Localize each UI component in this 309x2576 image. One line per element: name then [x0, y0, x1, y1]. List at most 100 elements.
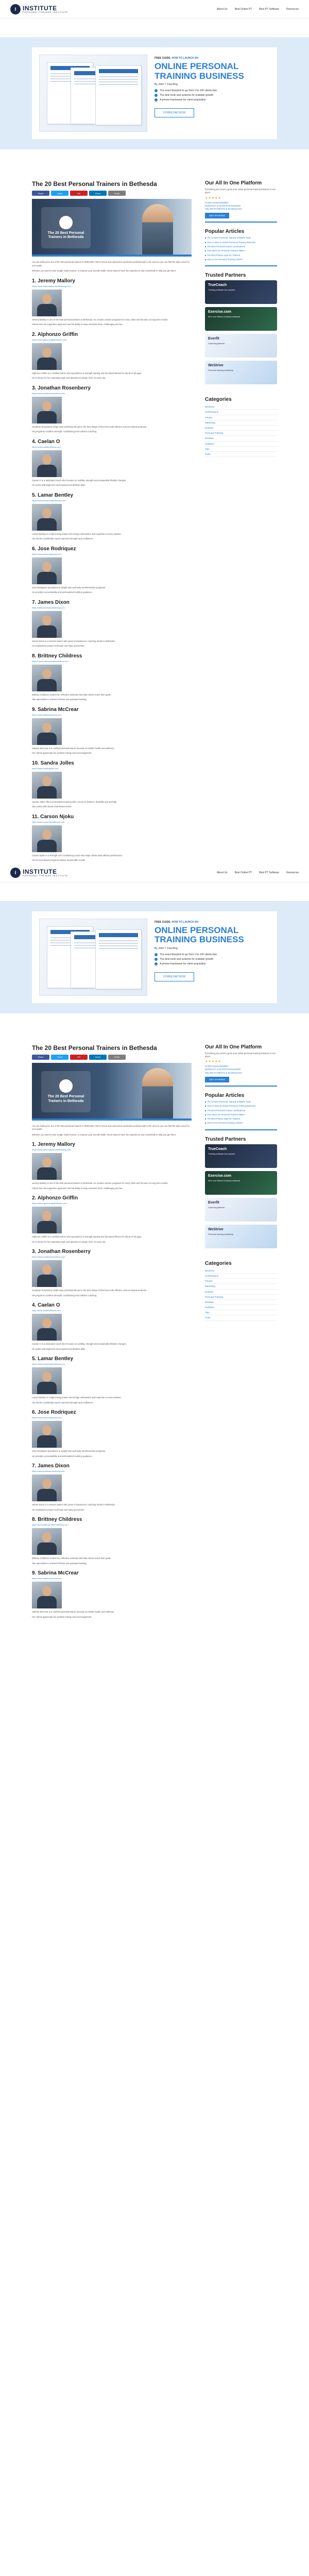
share-facebook-button[interactable]: Share — [32, 1054, 49, 1060]
partner-ad[interactable]: TrueCoach Training software for coaches — [205, 280, 277, 304]
category-link[interactable]: Software — [205, 1305, 277, 1311]
trainer-website-link[interactable]: https://www.jonathanrosenberry.com — [32, 1256, 192, 1258]
category-link[interactable]: Nutrition — [205, 1290, 277, 1295]
category-link[interactable]: Reviews — [205, 1300, 277, 1306]
hero-banner: FREE GUIDE: HOW TO LAUNCH AN ONLINE PERS… — [0, 37, 309, 149]
trainer-entry: 6. Jose Rodriquez https://www.joserodriqu… — [32, 1410, 192, 1458]
platform-link[interactable]: ONLINE PAYMENTS & SCHEDULING — [205, 1072, 277, 1075]
category-link[interactable]: Tools — [205, 452, 277, 457]
category-link[interactable]: Business — [205, 1268, 277, 1274]
trainer-website-link[interactable]: https://www.bethesdapersonaltraining.com — [32, 285, 192, 287]
category-link[interactable]: Marketing — [205, 420, 277, 426]
category-link[interactable]: Tools — [205, 1315, 277, 1321]
nav-item-about[interactable]: About Us — [217, 8, 228, 11]
popular-article-link[interactable]: The 10 Best Personal Training Software T… — [205, 236, 277, 240]
site-logo[interactable]: I INSTITUTE PERSONAL TRAINER INSTITUTE — [10, 868, 68, 878]
popular-article-link[interactable]: The Best Fitness Apps for Trainers — [205, 1117, 277, 1121]
partner-ad[interactable]: WeStrive Personal training marketing — [205, 361, 277, 385]
nav-item-about[interactable]: About Us — [217, 871, 228, 874]
category-link[interactable]: Tips — [205, 447, 277, 452]
download-button[interactable]: DOWNLOAD NOW — [154, 972, 195, 981]
category-link[interactable]: Fitness — [205, 415, 277, 420]
trainer-description: He provides accountability and personali… — [32, 591, 93, 594]
partner-ad[interactable]: Everfit Coaching platform — [205, 1197, 277, 1222]
trainer-website-link[interactable]: https://www.sabrinamccrear.com — [32, 1577, 192, 1580]
trainer-website-link[interactable]: https://www.carsonnjokufitness.com — [32, 821, 192, 823]
popular-article-link[interactable]: How to Get Personal Training Clients — [205, 1122, 277, 1125]
category-link[interactable]: Marketing — [205, 1284, 277, 1290]
trainer-website-link[interactable]: https://www.joserodriquezpt.com — [32, 553, 192, 555]
share-facebook-button[interactable]: Share — [32, 191, 49, 196]
partner-ad[interactable]: TrueCoach Training software for coaches — [205, 1144, 277, 1168]
nav-item-resources[interactable]: Resources — [286, 8, 299, 11]
category-link[interactable]: Tips — [205, 1310, 277, 1316]
category-link[interactable]: Certifications — [205, 1274, 277, 1279]
trainer-website-link[interactable]: https://www.alphonzogriffinfitness.com — [32, 338, 192, 341]
get-started-button[interactable]: GET STARTED — [205, 213, 230, 219]
platform-link[interactable]: ONLINE PAYMENTS & SCHEDULING — [205, 208, 277, 211]
category-link[interactable]: Software — [205, 442, 277, 447]
featured-text: The 20 Best Personal Trainers in Bethesd… — [47, 231, 84, 239]
trainer-website-link[interactable]: https://www.joserodriquezpt.com — [32, 1416, 192, 1419]
share-twitter-button[interactable]: Tweet — [51, 191, 68, 196]
share-email-button[interactable]: Email — [108, 191, 126, 196]
trainer-website-link[interactable]: https://www.jamesdixontraining.com — [32, 1470, 192, 1472]
category-link[interactable]: Fitness — [205, 1279, 277, 1284]
partner-ad[interactable]: Everfit Coaching platform — [205, 334, 277, 358]
trainer-website-link[interactable]: https://www.bethesdapersonaltraining.com — [32, 1148, 192, 1151]
share-linkedin-button[interactable]: Share — [89, 1054, 107, 1060]
share-pinterest-button[interactable]: Pin — [70, 191, 88, 196]
trainer-name: 4. Caelan O — [32, 438, 60, 445]
trainer-name: 7. James Dixon — [32, 1463, 70, 1469]
featured-badge: The 20 Best Personal Trainers in Bethesd… — [41, 207, 91, 248]
popular-article-link[interactable]: The Best Personal Trainer Certifications — [205, 1109, 277, 1112]
trainer-photo — [32, 825, 62, 852]
trainer-website-link[interactable]: https://www.caelanofitness.com — [32, 446, 192, 448]
trainer-website-link[interactable]: https://www.lamarbentleyfitness.com — [32, 1363, 192, 1365]
partner-ad[interactable]: Exercise.com All in one fitness business … — [205, 307, 277, 331]
category-link[interactable]: Reviews — [205, 436, 277, 442]
trainer-name: 8. Brittney Childress — [32, 1517, 82, 1522]
trainer-website-link[interactable]: https://www.lamarbentleyfitness.com — [32, 499, 192, 502]
popular-article-link[interactable]: The Best Fitness Apps for Trainers — [205, 254, 277, 257]
share-email-button[interactable]: Email — [108, 1054, 126, 1060]
trainer-website-link[interactable]: https://www.jonathanrosenberry.com — [32, 392, 192, 395]
category-link[interactable]: Certifications — [205, 410, 277, 415]
download-button[interactable]: DOWNLOAD NOW — [154, 108, 195, 118]
trainer-website-link[interactable]: https://www.sandrajolles.com — [32, 767, 192, 770]
popular-article-link[interactable]: How to Start an Online Personal Training… — [205, 1105, 277, 1108]
popular-article-link[interactable]: How to Start an Online Personal Training… — [205, 241, 277, 244]
site-logo[interactable]: I INSTITUTE PERSONAL TRAINER INSTITUTE — [10, 4, 68, 14]
trainer-website-link[interactable]: https://www.sabrinamccrear.com — [32, 714, 192, 716]
site-header: I INSTITUTE PERSONAL TRAINER INSTITUTE A… — [0, 0, 309, 19]
popular-article-link[interactable]: The Best Personal Trainer Certifications — [205, 245, 277, 248]
trainer-photo — [32, 1367, 62, 1394]
nav-item-best-pt-software[interactable]: Best PT Software — [259, 8, 279, 11]
partner-ad[interactable]: Exercise.com All in one fitness business … — [205, 1171, 277, 1195]
trainer-website-link[interactable]: https://www.brittneychildressfitness.com — [32, 1523, 192, 1526]
category-link[interactable]: Personal Training — [205, 1295, 277, 1300]
category-link[interactable]: Personal Training — [205, 431, 277, 436]
share-linkedin-button[interactable]: Share — [89, 191, 107, 196]
trainer-website-link[interactable]: https://www.jamesdixontraining.com — [32, 606, 192, 609]
popular-article-link[interactable]: How Much Do Personal Trainers Make? — [205, 1113, 277, 1116]
nav-item-resources[interactable]: Resources — [286, 871, 299, 874]
platform-text: Everything you need to grow your online … — [205, 1052, 276, 1058]
get-started-button[interactable]: GET STARTED — [205, 1076, 230, 1082]
share-pinterest-button[interactable]: Pin — [70, 1054, 88, 1060]
partner-ad[interactable]: WeStrive Personal training marketing — [205, 1224, 277, 1248]
partners-title: Trusted Partners — [205, 273, 246, 279]
nav-item-best-pt-software[interactable]: Best PT Software — [259, 871, 279, 874]
trainer-website-link[interactable]: https://www.alphonzogriffinfitness.com — [32, 1202, 192, 1205]
category-link[interactable]: Nutrition — [205, 426, 277, 431]
nav-item-best-online-pt[interactable]: Best Online PT — [235, 871, 252, 874]
trainer-website-link[interactable]: https://www.brittneychildressfitness.com — [32, 660, 192, 663]
share-twitter-button[interactable]: Tweet — [51, 1054, 68, 1060]
trainer-photo — [32, 557, 62, 584]
popular-article-link[interactable]: How Much Do Personal Trainers Make? — [205, 249, 277, 252]
popular-article-link[interactable]: The 10 Best Personal Training Software T… — [205, 1100, 277, 1104]
popular-article-link[interactable]: How to Get Personal Training Clients — [205, 258, 277, 261]
category-link[interactable]: Business — [205, 404, 277, 410]
nav-item-best-online-pt[interactable]: Best Online PT — [235, 8, 252, 11]
trainer-website-link[interactable]: https://www.caelanofitness.com — [32, 1309, 192, 1312]
